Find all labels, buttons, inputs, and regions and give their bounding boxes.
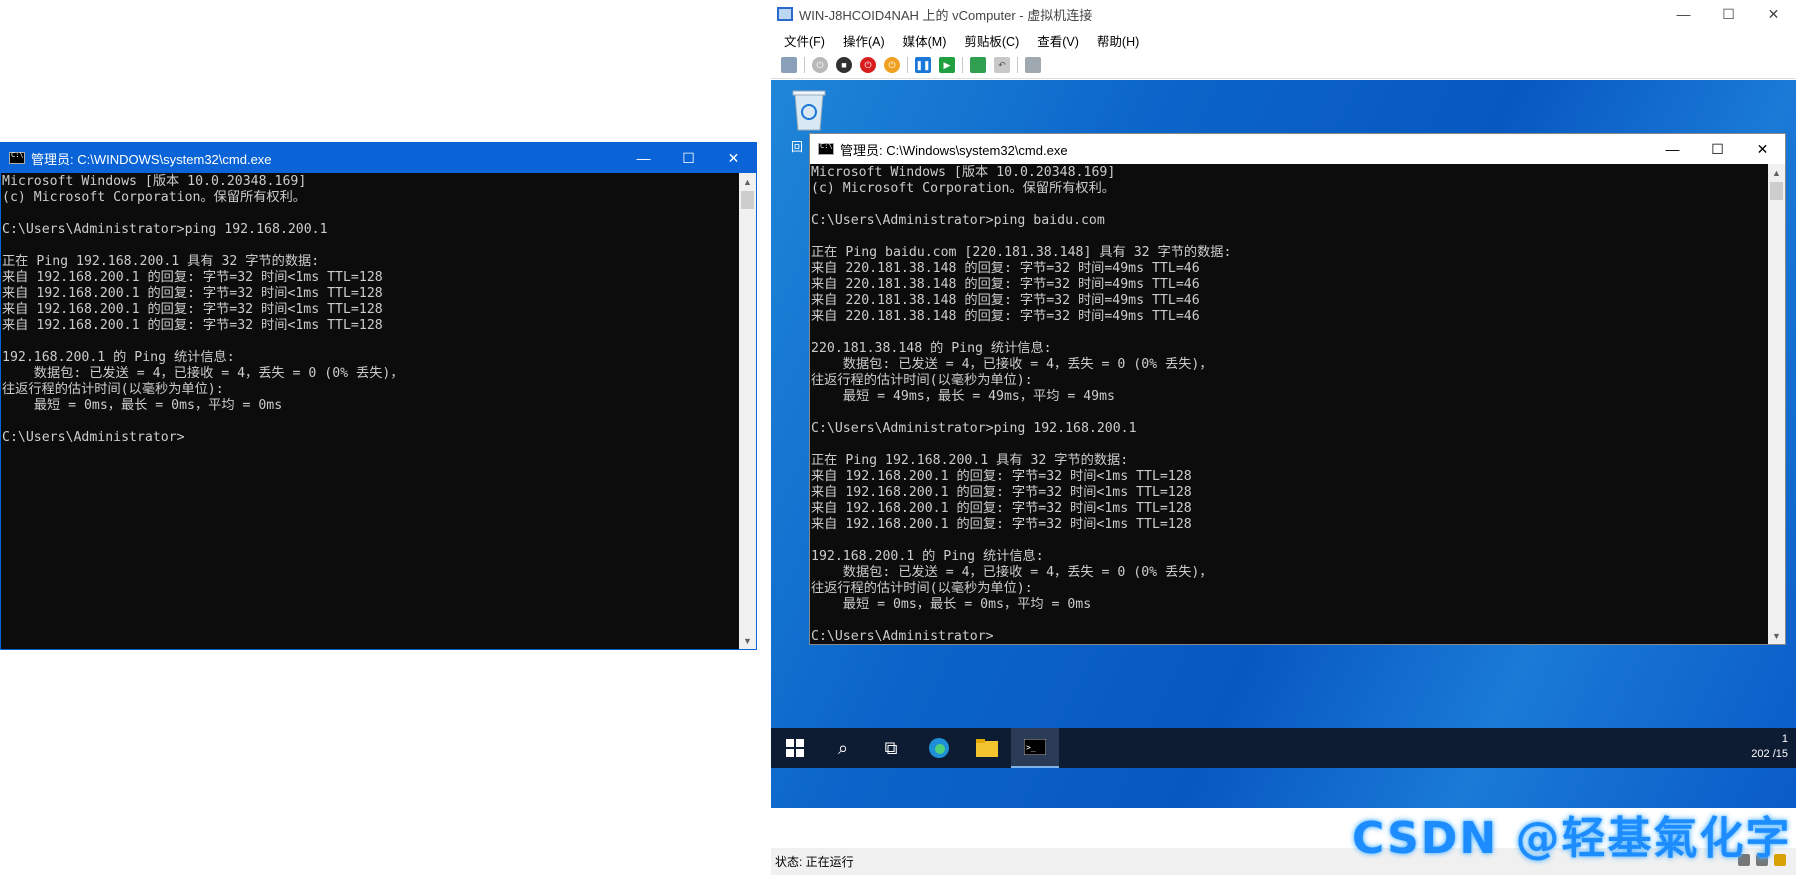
vm-cmd-window[interactable]: 管理员: C:\Windows\system32\cmd.exe — ☐ ✕ M…: [809, 133, 1786, 645]
host-cmd-window[interactable]: 管理员: C:\WINDOWS\system32\cmd.exe — ☐ ✕ M…: [0, 142, 757, 650]
revert-icon[interactable]: ↶: [994, 57, 1010, 73]
tray-time: 1: [1781, 733, 1788, 745]
resume-icon[interactable]: ▶: [939, 57, 955, 73]
vm-console[interactable]: Microsoft Windows [版本 10.0.20348.169] (c…: [810, 164, 1768, 644]
task-view-icon[interactable]: ⧉: [867, 728, 915, 768]
recycle-bin-label: 回: [791, 140, 804, 154]
vm-scrollbar[interactable]: ▲ ▼: [1768, 164, 1785, 644]
vm-status-text: 状态: 正在运行: [775, 855, 854, 869]
host-cmd-title: 管理员: C:\WINDOWS\system32\cmd.exe: [31, 151, 272, 167]
close-button[interactable]: ✕: [1740, 134, 1785, 164]
system-tray[interactable]: 1 202 /15: [1751, 732, 1788, 762]
menu-help[interactable]: 帮助(H): [1088, 31, 1148, 50]
save-state-icon[interactable]: ⏻: [884, 57, 900, 73]
host-scrollbar[interactable]: ▲ ▼: [739, 173, 756, 649]
vm-close-button[interactable]: ✕: [1751, 0, 1796, 29]
cmd-icon: [818, 142, 834, 155]
toolbar-divider: [907, 57, 908, 73]
shutdown-icon[interactable]: ⏻: [860, 57, 876, 73]
close-button[interactable]: ✕: [711, 143, 756, 173]
maximize-button[interactable]: ☐: [666, 143, 711, 173]
tray-date: 202 /15: [1751, 748, 1788, 760]
cmd-icon: [9, 151, 25, 164]
scroll-down-arrow-icon[interactable]: ▼: [1768, 627, 1785, 644]
enhanced-session-icon[interactable]: [1025, 57, 1041, 73]
pause-icon[interactable]: ❚❚: [915, 57, 931, 73]
vm-title: WIN-J8HCOID4NAH 上的 vComputer - 虚拟机连接: [799, 7, 1093, 23]
vm-cmd-titlebar[interactable]: 管理员: C:\Windows\system32\cmd.exe — ☐ ✕: [810, 134, 1785, 164]
toolbar-divider: [962, 57, 963, 73]
vm-toolbar: ⏻ ■ ⏻ ⏻ ❚❚ ▶ ↶: [771, 52, 1796, 79]
vm-desktop[interactable]: 回 管理员: C:\Windows\system32\cmd.exe — ☐ ✕…: [771, 80, 1796, 808]
toolbar-divider: [1017, 57, 1018, 73]
vm-connection-icon: [777, 7, 793, 21]
menu-clipboard[interactable]: 剪贴板(C): [955, 31, 1028, 50]
minimize-button[interactable]: —: [1650, 134, 1695, 164]
toolbar-divider: [804, 57, 805, 73]
minimize-button[interactable]: —: [621, 143, 666, 173]
start-icon[interactable]: ⏻: [812, 57, 828, 73]
vm-cmd-title: 管理员: C:\Windows\system32\cmd.exe: [840, 142, 1068, 158]
maximize-button[interactable]: ☐: [1695, 134, 1740, 164]
search-icon[interactable]: ⌕: [819, 728, 867, 768]
vm-taskbar: ⌕ ⧉ >_ 1 202 /15: [771, 728, 1796, 768]
vm-menubar: 文件(F) 操作(A) 媒体(M) 剪贴板(C) 查看(V) 帮助(H): [771, 28, 1796, 52]
cmd-taskbar-icon[interactable]: >_: [1011, 728, 1059, 768]
svg-text:>_: >_: [1026, 743, 1036, 752]
vm-console-text: Microsoft Windows [版本 10.0.20348.169] (c…: [811, 165, 1232, 644]
windows-start-icon[interactable]: [771, 728, 819, 768]
menu-file[interactable]: 文件(F): [775, 31, 834, 50]
recycle-bin-icon[interactable]: [789, 88, 829, 132]
vm-titlebar[interactable]: WIN-J8HCOID4NAH 上的 vComputer - 虚拟机连接 — ☐…: [771, 0, 1796, 28]
menu-media[interactable]: 媒体(M): [894, 31, 956, 50]
ctrl-alt-del-icon[interactable]: [781, 57, 797, 73]
vm-minimize-button[interactable]: —: [1661, 0, 1706, 29]
menu-view[interactable]: 查看(V): [1028, 31, 1088, 50]
scroll-thumb[interactable]: [1770, 182, 1783, 200]
scroll-up-arrow-icon[interactable]: ▲: [739, 173, 756, 190]
scroll-thumb[interactable]: [741, 191, 754, 209]
menu-action[interactable]: 操作(A): [834, 31, 894, 50]
checkpoint-icon[interactable]: [970, 57, 986, 73]
host-console[interactable]: Microsoft Windows [版本 10.0.20348.169] (c…: [1, 173, 739, 649]
edge-browser-icon[interactable]: [915, 728, 963, 768]
vm-maximize-button[interactable]: ☐: [1706, 0, 1751, 29]
file-explorer-icon[interactable]: [963, 728, 1011, 768]
scroll-down-arrow-icon[interactable]: ▼: [739, 632, 756, 649]
turn-off-icon[interactable]: ■: [836, 57, 852, 73]
host-console-text: Microsoft Windows [版本 10.0.20348.169] (c…: [2, 174, 404, 445]
scroll-up-arrow-icon[interactable]: ▲: [1768, 164, 1785, 181]
vm-connection-window[interactable]: WIN-J8HCOID4NAH 上的 vComputer - 虚拟机连接 — ☐…: [771, 0, 1796, 875]
host-cmd-titlebar[interactable]: 管理员: C:\WINDOWS\system32\cmd.exe — ☐ ✕: [1, 143, 756, 173]
csdn-watermark: CSDN @轻基氣化字: [1352, 813, 1792, 864]
